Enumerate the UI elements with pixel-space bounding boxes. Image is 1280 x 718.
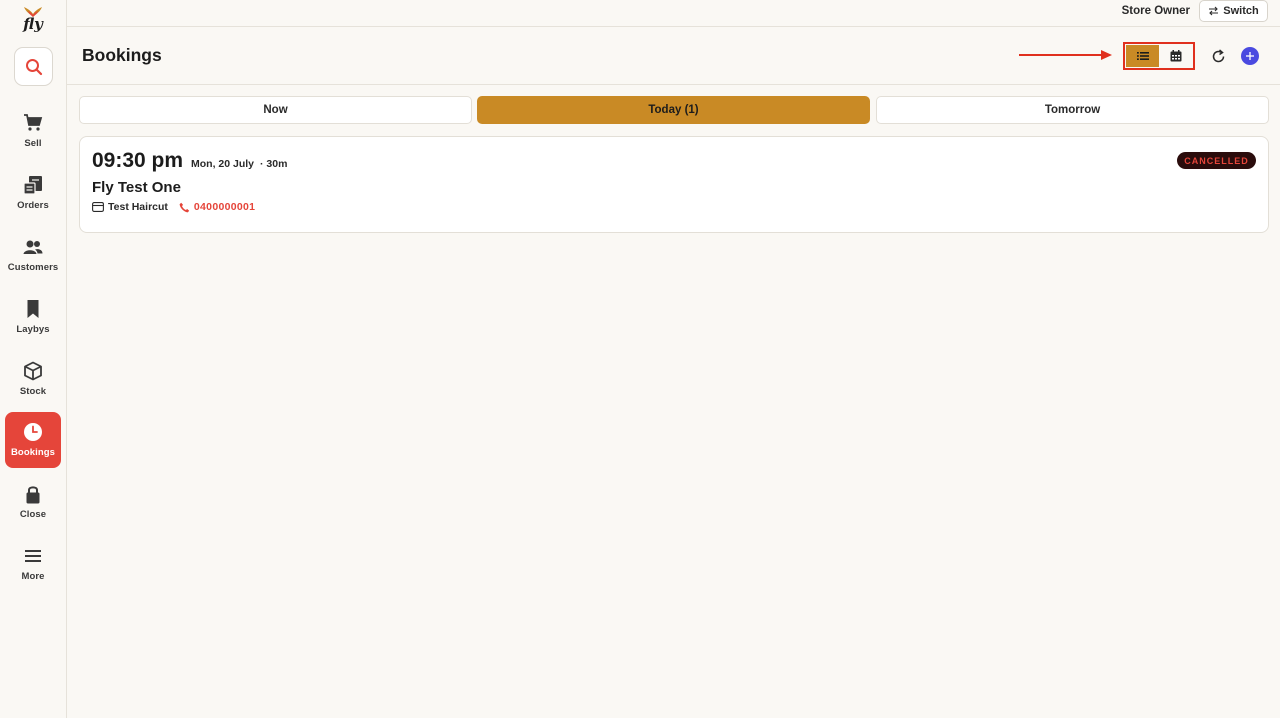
- sidebar-item-label: Stock: [19, 386, 47, 397]
- menu-icon: [25, 550, 41, 562]
- sidebar-item-label: Laybys: [16, 324, 50, 335]
- booking-time: 09:30 pm: [92, 149, 184, 172]
- search-icon: [25, 58, 42, 75]
- customers-icon: [23, 240, 43, 254]
- switch-user-label: Switch: [1223, 5, 1259, 17]
- day-filter-tabs: Now Today (1) Tomorrow: [79, 96, 1269, 124]
- clock-icon: [24, 423, 42, 441]
- page-header: Bookings: [67, 28, 1280, 85]
- booking-date: Mon, 20 July: [191, 158, 255, 170]
- calendar-icon: [1170, 50, 1181, 62]
- switch-user-button[interactable]: Switch: [1199, 0, 1268, 22]
- sidebar-item-label: More: [21, 571, 45, 582]
- annotation-arrow: [1019, 50, 1112, 60]
- booking-details-row: Test Haircut 0400000001: [92, 201, 255, 213]
- sidebar-item-orders[interactable]: Orders: [5, 165, 61, 221]
- user-role-label: Store Owner: [1121, 5, 1190, 17]
- sidebar-item-laybys[interactable]: Laybys: [5, 289, 61, 345]
- plus-icon: [1246, 52, 1254, 60]
- page-title: Bookings: [82, 45, 162, 65]
- booking-phone-link[interactable]: 0400000001: [194, 201, 255, 213]
- orders-icon: [23, 176, 42, 195]
- tab-today[interactable]: Today (1): [477, 96, 870, 124]
- list-icon: [1136, 52, 1149, 60]
- box-icon: [24, 361, 42, 381]
- refresh-icon: [1212, 48, 1224, 62]
- phone-icon: [179, 202, 190, 212]
- sidebar: fly Sell Orders Customers Laybys Stock B…: [0, 0, 67, 718]
- search-button[interactable]: [14, 47, 53, 86]
- sidebar-item-more[interactable]: More: [5, 536, 61, 592]
- sidebar-item-customers[interactable]: Customers: [5, 227, 61, 283]
- sidebar-item-close[interactable]: Close: [5, 474, 61, 530]
- logo-text: fly: [23, 15, 43, 33]
- sidebar-item-label: Orders: [17, 200, 49, 211]
- booking-card[interactable]: 09:30 pm Mon, 20 July · 30m Fly Test One…: [79, 136, 1269, 233]
- list-view-button[interactable]: [1126, 45, 1159, 67]
- tab-tomorrow[interactable]: Tomorrow: [876, 96, 1269, 124]
- cart-icon: [24, 114, 43, 131]
- tab-now[interactable]: Now: [79, 96, 472, 124]
- sidebar-item-sell[interactable]: Sell: [5, 103, 61, 159]
- add-booking-button[interactable]: [1241, 47, 1259, 65]
- bookmark-icon: [27, 300, 39, 318]
- swap-arrows-icon: [1209, 6, 1219, 16]
- booking-duration: · 30m: [260, 158, 288, 170]
- sidebar-item-bookings[interactable]: Bookings: [5, 412, 61, 468]
- lock-icon: [26, 486, 40, 504]
- top-bar: Store Owner Switch: [67, 0, 1280, 27]
- sidebar-item-label: Sell: [24, 138, 42, 149]
- calendar-view-button[interactable]: [1159, 45, 1192, 67]
- app-logo: fly: [16, 6, 50, 38]
- status-badge: CANCELLED: [1177, 152, 1256, 169]
- view-mode-toggle: [1123, 42, 1195, 70]
- sidebar-item-label: Customers: [7, 262, 59, 273]
- sidebar-item-label: Bookings: [10, 447, 56, 458]
- booking-service: Test Haircut: [108, 201, 168, 213]
- booking-customer-name: Fly Test One: [92, 179, 181, 196]
- sidebar-item-label: Close: [19, 509, 47, 520]
- refresh-button[interactable]: [1209, 47, 1227, 65]
- service-ticket-icon: [92, 202, 104, 212]
- sidebar-item-stock[interactable]: Stock: [5, 351, 61, 407]
